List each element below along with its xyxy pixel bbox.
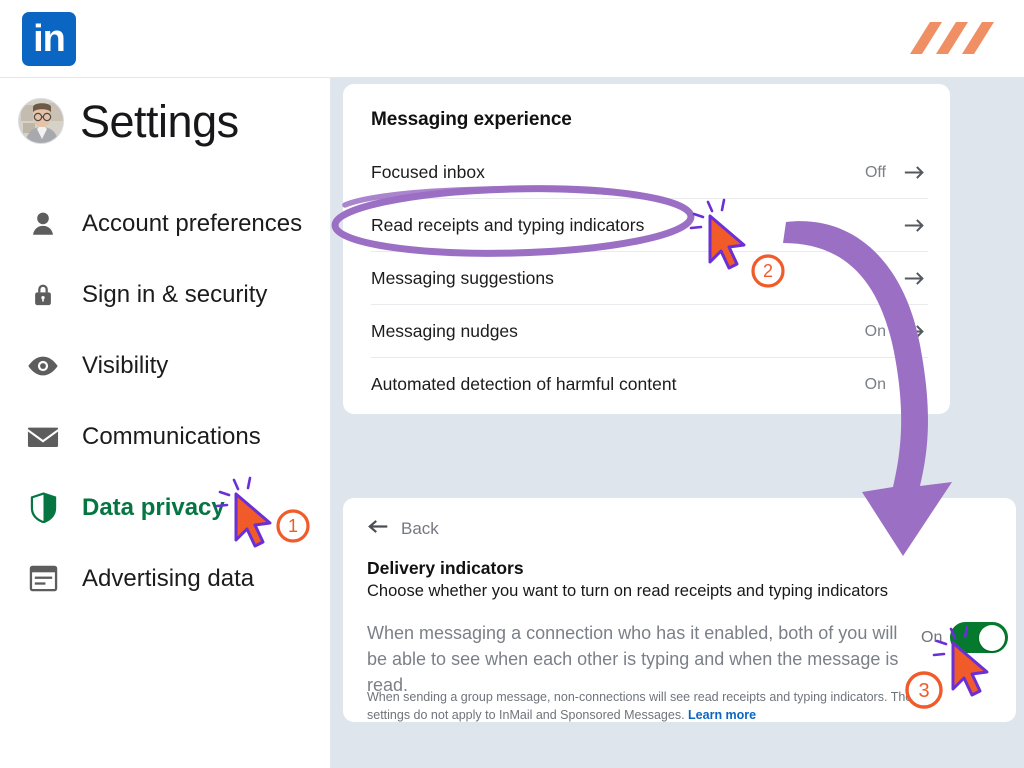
toggle-label: On [921, 628, 943, 646]
sidebar-nav: Account preferences Sign in & security V… [0, 188, 331, 614]
settings-row-read-receipts[interactable]: Read receipts and typing indicators [371, 199, 928, 252]
fine-print-text: When sending a group message, non-connec… [367, 690, 926, 722]
sidebar-item-label: Sign in & security [82, 280, 268, 308]
row-label: Automated detection of harmful content [371, 374, 677, 394]
three-slash-brandmark-icon [910, 22, 994, 54]
row-right: On [865, 358, 928, 411]
row-status: Off [864, 163, 886, 181]
content-area: Messaging experience Focused inbox Off R… [331, 78, 1024, 768]
arrow-right-icon[interactable] [902, 375, 928, 395]
delivery-indicators-panel: Back Delivery indicators Choose whether … [343, 498, 1016, 722]
delivery-subtitle: Choose whether you want to turn on read … [367, 582, 888, 600]
row-status: On [864, 322, 886, 340]
arrow-right-icon[interactable] [902, 269, 928, 289]
toggle-knob [979, 624, 1006, 651]
messaging-experience-card: Messaging experience Focused inbox Off R… [343, 84, 950, 414]
settings-row-messaging-nudges[interactable]: Messaging nudges On [371, 305, 928, 358]
avatar[interactable] [18, 98, 64, 144]
delivery-fine-print: When sending a group message, non-connec… [367, 688, 927, 724]
arrow-left-icon [367, 518, 391, 540]
messaging-rows: Focused inbox Off Read receipts and typi… [371, 146, 928, 411]
linkedin-logo[interactable]: in [22, 12, 76, 66]
settings-row-messaging-suggestions[interactable]: Messaging suggestions [371, 252, 928, 305]
sidebar-item-label: Visibility [82, 351, 169, 379]
row-status: On [864, 375, 886, 393]
messaging-card-title: Messaging experience [371, 109, 572, 130]
sidebar: Settings Account preferences Sign in & s… [0, 78, 331, 768]
top-bar: in [0, 0, 1024, 78]
app-root: in Settings Account preferences Sign in … [0, 0, 1024, 768]
sidebar-item-communications[interactable]: Communications [0, 401, 331, 472]
page-title: Settings [80, 95, 239, 147]
settings-header: Settings [18, 98, 239, 144]
envelope-icon [26, 420, 60, 454]
settings-row-automated-detection[interactable]: Automated detection of harmful content O… [371, 358, 928, 411]
settings-row-focused-inbox[interactable]: Focused inbox Off [371, 146, 928, 199]
back-label: Back [401, 519, 439, 538]
arrow-right-icon[interactable] [902, 322, 928, 342]
document-icon [26, 562, 60, 596]
row-label: Read receipts and typing indicators [371, 214, 645, 235]
sidebar-item-label: Advertising data [82, 564, 255, 592]
arrow-right-icon[interactable] [902, 216, 928, 236]
row-right [886, 199, 928, 252]
delivery-body-text: When messaging a connection who has it e… [367, 623, 899, 695]
sidebar-item-label: Account preferences [82, 209, 303, 237]
delivery-indicators-toggle[interactable] [950, 622, 1009, 653]
sidebar-item-data-privacy[interactable]: Data privacy [0, 472, 331, 543]
linkedin-logo-text: in [33, 18, 66, 60]
row-right: On [865, 305, 928, 358]
row-right: Off [865, 146, 928, 199]
sidebar-item-visibility[interactable]: Visibility [0, 330, 331, 401]
delivery-title: Delivery indicators [367, 558, 524, 578]
sidebar-item-label: Data privacy [82, 493, 225, 521]
sidebar-item-advertising-data[interactable]: Advertising data [0, 543, 331, 614]
row-right [886, 252, 928, 305]
row-label: Messaging nudges [371, 320, 518, 341]
row-label: Messaging suggestions [371, 267, 554, 288]
person-icon [26, 207, 60, 241]
sidebar-item-sign-in-security[interactable]: Sign in & security [0, 259, 331, 330]
back-button[interactable]: Back [367, 518, 439, 540]
sidebar-item-label: Communications [82, 422, 261, 450]
learn-more-link[interactable]: Learn more [688, 708, 756, 722]
row-label: Focused inbox [371, 161, 485, 182]
delivery-toggle-group: On [921, 622, 1009, 653]
sidebar-item-account-preferences[interactable]: Account preferences [0, 188, 331, 259]
lock-icon [26, 278, 60, 312]
shield-icon [26, 491, 60, 525]
arrow-right-icon[interactable] [902, 163, 928, 183]
eye-icon [26, 349, 60, 383]
